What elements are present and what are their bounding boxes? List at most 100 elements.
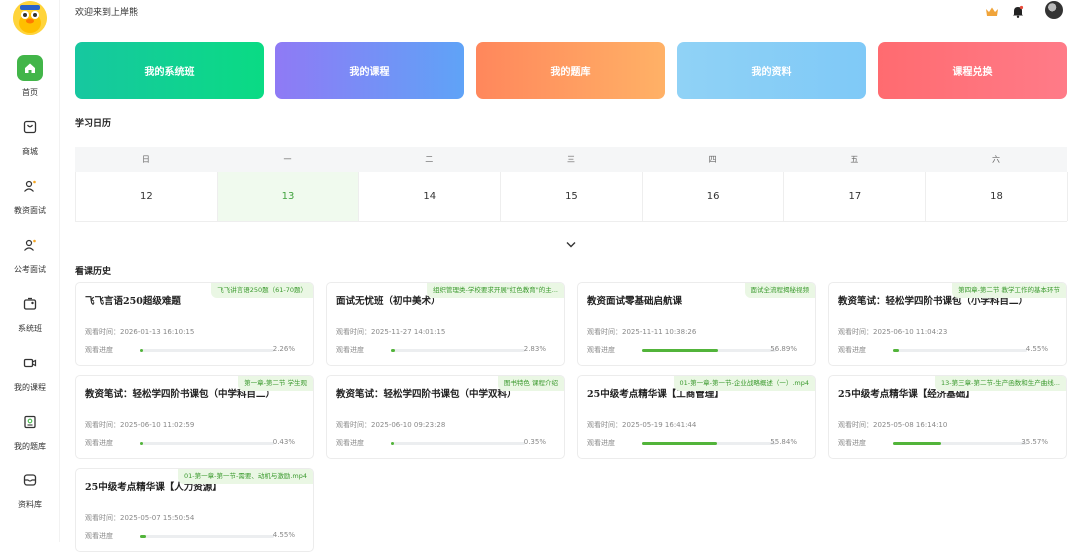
progress-label: 观看进度	[587, 439, 615, 447]
home-icon	[17, 55, 43, 81]
sidebar-item-home[interactable]: 首页	[0, 55, 60, 98]
weekday-label: 五	[850, 155, 859, 164]
history-card[interactable]: 面试无忧班（初中美术） 组织管理类-学校要求开展"红色教育"的主... 观看时间：2…	[326, 282, 565, 366]
progress-bar-fill	[893, 442, 941, 445]
teacher-interview-icon	[17, 173, 43, 199]
chevron-down-icon[interactable]	[566, 233, 576, 252]
calendar-date-cell[interactable]: 14	[359, 172, 502, 221]
sidebar-item-label: 公考面试	[14, 265, 46, 274]
watch-time-value: 2025-05-19 16:41:44	[622, 421, 697, 429]
study-calendar: 日 一 二 三 四 五 六 12 13 14 15 16 17 18	[75, 147, 1068, 222]
card-lesson-tag: 01-第一章-第一节-需要、动机与激励.mp4	[178, 469, 313, 484]
card-watch-time: 观看时间：2025-05-08 16:14:10	[838, 420, 947, 430]
watch-time-label: 观看时间：	[85, 328, 120, 336]
progress-bar-fill	[391, 442, 394, 445]
progress-label: 观看进度	[838, 346, 866, 354]
sidebar-item-civil-interview[interactable]: 公考面试	[0, 232, 60, 275]
sidebar-item-library[interactable]: 资料库	[0, 467, 60, 510]
sidebar-item-label: 教资面试	[14, 206, 46, 215]
tile-my-courses[interactable]: 我的课程	[275, 42, 464, 99]
watch-time-value: 2025-06-10 11:02:59	[120, 421, 195, 429]
sidebar-item-my-courses[interactable]: 我的课程	[0, 350, 60, 393]
video-icon	[17, 350, 43, 376]
progress-bar-fill	[140, 349, 144, 352]
calendar-weekday-row: 日 一 二 三 四 五 六	[75, 147, 1067, 172]
history-card[interactable]: 25中级考点精华课【工商管理】 01-第一章-第一节-企业战略概述（一）.mp4 观…	[577, 375, 816, 459]
calendar-date-cell[interactable]: 12	[76, 172, 218, 221]
system-class-icon	[17, 291, 43, 317]
card-lesson-tag: 01-第一章-第一节-企业战略概述（一）.mp4	[673, 376, 815, 391]
card-lesson-tag: 图书特色 课程介绍	[497, 376, 564, 391]
history-card[interactable]: 教资面试零基础启航课 面试全流程揭秘视频 观看时间：2025-11-11 10:38…	[577, 282, 816, 366]
bell-icon[interactable]	[1012, 3, 1024, 22]
history-card[interactable]: 教资笔试：轻松学四阶书课包（小学科目二） 第四章-第二节 教学工作的基本环节 观看时…	[828, 282, 1067, 366]
calendar-date-cell[interactable]: 18	[926, 172, 1068, 221]
progress-bar-fill	[140, 442, 143, 445]
brand-logo[interactable]	[13, 1, 47, 35]
watch-time-label: 观看时间：	[838, 421, 873, 429]
sidebar-item-label: 我的课程	[14, 383, 46, 392]
progress-bar	[642, 442, 776, 445]
progress-label: 观看进度	[85, 346, 113, 354]
sidebar-item-label: 首页	[22, 88, 38, 97]
watch-time-value: 2025-11-27 14:01:15	[371, 328, 446, 336]
tile-course-redeem[interactable]: 课程兑换	[878, 42, 1067, 99]
sidebar-item-label: 资料库	[18, 500, 42, 509]
user-avatar[interactable]	[1045, 1, 1063, 19]
crown-icon[interactable]	[985, 3, 999, 22]
progress-bar-fill	[893, 349, 900, 352]
civil-interview-icon	[17, 232, 43, 258]
sidebar-item-question-bank[interactable]: 我的题库	[0, 409, 60, 452]
history-card[interactable]: 飞飞言语250超级难题 飞飞讲言语250题（61-70题） 观看时间：2026-01…	[75, 282, 314, 366]
progress-bar	[391, 349, 525, 352]
history-card[interactable]: 教资笔试：轻松学四阶书课包（中学科目二） 第一章-第二节 学生观 观看时间：2025…	[75, 375, 314, 459]
card-lesson-tag: 飞飞讲言语250题（61-70题）	[211, 283, 313, 298]
watch-time-value: 2025-06-10 11:04:23	[873, 328, 948, 336]
progress-bar	[642, 349, 776, 352]
calendar-date-cell[interactable]: 16	[643, 172, 785, 221]
progress-label: 观看进度	[838, 439, 866, 447]
calendar-date-cell[interactable]: 15	[501, 172, 643, 221]
tile-my-materials[interactable]: 我的资料	[677, 42, 866, 99]
card-watch-time: 观看时间：2025-11-11 10:38:26	[587, 327, 696, 337]
card-lesson-tag: 13-第三章-第二节-生产函数和生产曲线...	[934, 376, 1066, 391]
progress-percent: 2.26%	[272, 345, 295, 353]
progress-label: 观看进度	[85, 532, 113, 540]
progress-bar	[391, 442, 525, 445]
progress-percent: 4.55%	[272, 531, 295, 539]
weekday-label: 六	[992, 155, 1001, 164]
sidebar-item-shop[interactable]: 商城	[0, 114, 60, 157]
progress-percent: 35.57%	[1021, 438, 1048, 446]
progress-bar	[140, 349, 274, 352]
progress-percent: 4.55%	[1025, 345, 1048, 353]
shop-icon	[17, 114, 43, 140]
progress-percent: 2.83%	[523, 345, 546, 353]
progress-bar	[893, 349, 1027, 352]
watch-time-value: 2026-01-13 16:10:15	[120, 328, 195, 336]
tile-my-system-class[interactable]: 我的系统班	[75, 42, 264, 99]
calendar-date-cell-today[interactable]: 13	[217, 172, 360, 221]
progress-percent: 55.84%	[770, 438, 797, 446]
history-card[interactable]: 25中级考点精华课【人力资源】 01-第一章-第一节-需要、动机与激励.mp4 观看…	[75, 468, 314, 552]
card-watch-time: 观看时间：2025-06-10 11:04:23	[838, 327, 947, 337]
weekday-label: 日	[141, 155, 150, 164]
calendar-date-row: 12 13 14 15 16 17 18	[75, 172, 1068, 222]
sidebar-item-system-class[interactable]: 系统班	[0, 291, 60, 334]
calendar-date-cell[interactable]: 17	[785, 172, 927, 221]
weekday-label: 三	[566, 155, 575, 164]
sidebar-item-teacher-interview[interactable]: 教资面试	[0, 173, 60, 216]
watch-time-label: 观看时间：	[587, 421, 622, 429]
watch-time-value: 2025-06-10 09:23:28	[371, 421, 446, 429]
tile-my-question-bank[interactable]: 我的题库	[476, 42, 665, 99]
card-watch-time: 观看时间：2026-01-13 16:10:15	[85, 327, 194, 337]
weekday-label: 四	[708, 155, 717, 164]
history-card[interactable]: 25中级考点精华课【经济基础】 13-第三章-第二节-生产函数和生产曲线... 观看…	[828, 375, 1067, 459]
sidebar-item-label: 我的题库	[14, 442, 46, 451]
progress-bar-fill	[642, 442, 717, 445]
welcome-text: 欢迎来到上岸熊	[75, 8, 139, 18]
watch-time-value: 2025-11-11 10:38:26	[622, 328, 697, 336]
progress-label: 观看进度	[336, 439, 364, 447]
progress-percent: 56.89%	[770, 345, 797, 353]
card-watch-time: 观看时间：2025-05-07 15:50:54	[85, 513, 194, 523]
history-card[interactable]: 教资笔试：轻松学四阶书课包（中学双科） 图书特色 课程介绍 观看时间：2025-06…	[326, 375, 565, 459]
